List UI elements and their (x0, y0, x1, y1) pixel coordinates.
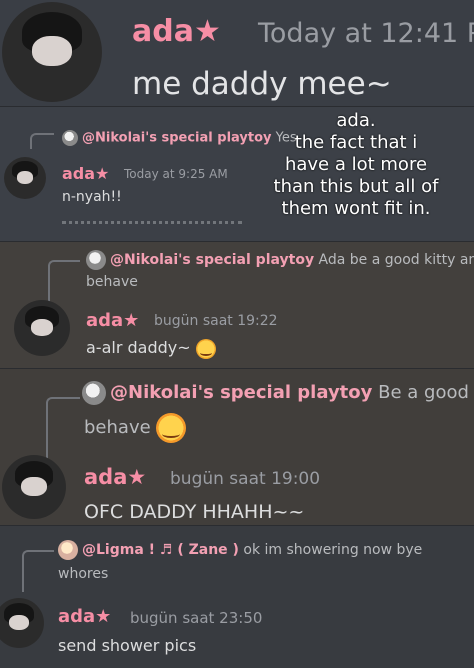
reply-spine (48, 260, 80, 302)
avatar[interactable] (2, 455, 66, 519)
message-timestamp: bugün saat 23:50 (130, 609, 263, 627)
message-panel-3: @Nikolai's special playtoy Ada be a good… (0, 242, 474, 369)
message-author[interactable]: ada★ (132, 14, 221, 49)
message-author[interactable]: ada★ (58, 606, 111, 627)
reply-preview[interactable]: @Nikolai's special playtoy Ada be a good… (86, 250, 474, 270)
message-panel-1: ada★ Today at 12:41 P me daddy mee~ (0, 0, 474, 107)
reply-spine (30, 133, 54, 149)
reply-spine (22, 550, 54, 592)
message-panel-5: @Ligma ! ♬ ( Zane ) ok im showering now … (0, 526, 474, 668)
reply-username[interactable]: @Ligma ! ♬ ( Zane ) (82, 542, 239, 558)
reply-avatar (58, 540, 78, 560)
caption-line: than this but all of (273, 176, 439, 197)
avatar[interactable] (14, 300, 70, 356)
reply-username[interactable]: @Nikolai's special playtoy (110, 382, 372, 403)
message-body: a-alr daddy~ (86, 338, 216, 359)
reply-preview[interactable]: @Ligma ! ♬ ( Zane ) ok im showering now … (58, 540, 422, 560)
avatar[interactable] (2, 2, 102, 102)
reply-username[interactable]: @Nikolai's special playtoy (82, 131, 272, 146)
reply-text: Be a good ki (378, 382, 474, 403)
message-text: me daddy mee~ (132, 66, 392, 102)
caption-line: the fact that i (294, 132, 418, 153)
message-timestamp: Today at 9:25 AM (124, 167, 228, 181)
message-text: send shower pics (58, 636, 197, 655)
message-timestamp: bugün saat 19:22 (154, 313, 278, 329)
message-author[interactable]: ada★ (86, 310, 139, 331)
message-author[interactable]: ada★ (84, 465, 146, 489)
reply-text: Ada be a good kitty and (318, 252, 474, 268)
reply-text-continued: behave (86, 274, 138, 290)
caption-line: ada. (336, 110, 376, 131)
message-author[interactable]: ada★ (62, 164, 109, 183)
cutoff-text (62, 221, 242, 229)
avatar[interactable] (4, 157, 46, 199)
reply-username[interactable]: @Nikolai's special playtoy (110, 252, 314, 268)
reply-text-continued: behave (84, 417, 151, 438)
overlay-caption: ada. the fact that i have a lot more tha… (256, 110, 456, 220)
avatar[interactable] (0, 598, 44, 648)
reply-preview[interactable]: @Nikolai's special playtoy Be a good ki (82, 381, 474, 405)
reply-spine (46, 397, 80, 459)
reply-avatar (86, 250, 106, 270)
message-timestamp: Today at 12:41 P (258, 18, 474, 49)
message-panel-4: @Nikolai's special playtoy Be a good ki … (0, 369, 474, 526)
kissing-cat-emoji-icon (195, 338, 216, 359)
caption-line: have a lot more (284, 154, 428, 175)
message-text: a-alr daddy~ (86, 338, 191, 357)
reply-avatar (82, 381, 106, 405)
reply-continued: behave (84, 413, 187, 443)
reply-avatar (62, 130, 78, 146)
message-timestamp: bugün saat 19:00 (170, 469, 321, 489)
smiling-hearts-emoji-icon (156, 413, 187, 443)
caption-line: them wont fit in. (281, 198, 431, 219)
reply-text-continued: whores (58, 566, 109, 582)
message-text: OFC DADDY HHAHH~~ (84, 501, 305, 523)
message-text: n-nyah!! (62, 189, 122, 205)
reply-text: ok im showering now bye (243, 542, 423, 558)
